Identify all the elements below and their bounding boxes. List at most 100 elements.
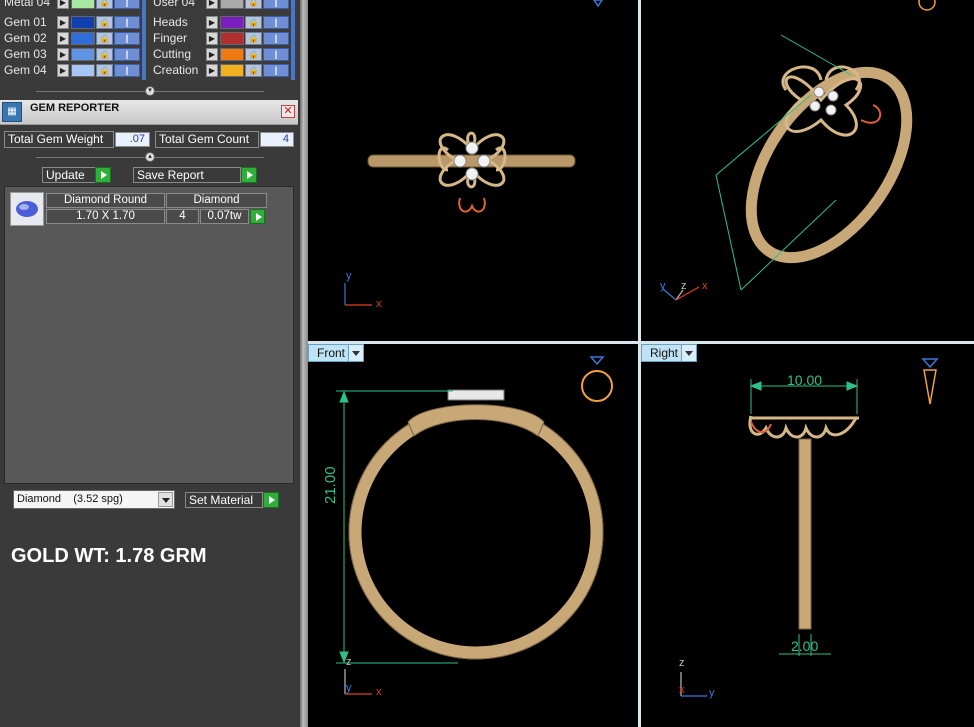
visibility-toggle[interactable]: | xyxy=(114,0,140,9)
save-report-go-button[interactable] xyxy=(241,167,257,183)
viewport-right[interactable]: Right 10.00 2.00 z x y xyxy=(641,344,974,727)
lock-icon[interactable]: 🔒 xyxy=(96,64,113,77)
lock-icon[interactable]: 🔒 xyxy=(96,16,113,29)
chevron-down-icon[interactable] xyxy=(681,345,696,361)
layer-row[interactable]: Gem 04 ▶ 🔒 | xyxy=(4,63,144,78)
layer-row[interactable]: Gem 01 ▶ 🔒 | xyxy=(4,15,144,30)
axis-label-z: z xyxy=(346,656,352,668)
visibility-toggle[interactable]: | xyxy=(263,32,289,45)
layer-color-swatch[interactable] xyxy=(71,48,95,61)
diamond-icon xyxy=(16,201,38,217)
layer-name: Heads xyxy=(153,15,188,29)
layer-color-swatch[interactable] xyxy=(71,32,95,45)
layer-row[interactable]: User 04 ▶ 🔒 | xyxy=(153,0,293,10)
viewport-top[interactable]: y x xyxy=(308,0,638,341)
visibility-toggle[interactable]: | xyxy=(114,64,140,77)
layer-color-swatch[interactable] xyxy=(220,32,244,45)
close-icon[interactable]: ✕ xyxy=(281,105,295,118)
gem-reporter-header: ▦ GEM REPORTER ✕ xyxy=(0,100,298,125)
gem-size-cell: 1.70 X 1.70 xyxy=(46,209,165,224)
layer-row[interactable]: Gem 03 ▶ 🔒 | xyxy=(4,47,144,62)
collapse-knob[interactable]: ▾ xyxy=(145,86,155,96)
update-go-button[interactable] xyxy=(95,167,111,183)
gem-name-cell: Diamond Round xyxy=(46,193,165,208)
ring-top-render xyxy=(344,0,603,306)
viewport-label-right[interactable]: Right xyxy=(641,344,697,362)
viewport-front[interactable]: Front 21.00 z y x xyxy=(308,344,638,727)
visibility-toggle[interactable]: | xyxy=(114,32,140,45)
layer-row[interactable]: Finger ▶ 🔒 | xyxy=(153,31,293,46)
panel-splitter[interactable] xyxy=(300,0,308,727)
update-button[interactable]: Update xyxy=(42,167,96,183)
layer-row[interactable]: Gem 02 ▶ 🔒 | xyxy=(4,31,144,46)
layer-expand-button[interactable]: ▶ xyxy=(57,16,69,29)
visibility-toggle[interactable]: | xyxy=(263,48,289,61)
visibility-toggle[interactable]: | xyxy=(114,48,140,61)
layer-expand-button[interactable]: ▶ xyxy=(57,64,69,77)
layer-expand-button[interactable]: ▶ xyxy=(57,32,69,45)
visibility-toggle[interactable]: | xyxy=(263,16,289,29)
lock-icon[interactable]: 🔒 xyxy=(96,0,113,9)
layer-color-swatch[interactable] xyxy=(220,0,244,9)
dimension-width: 10.00 xyxy=(787,372,823,388)
visibility-toggle[interactable]: | xyxy=(114,16,140,29)
viewport-name: Front xyxy=(317,346,346,360)
layer-name: Gem 03 xyxy=(4,47,47,61)
axis-label-x: x xyxy=(679,684,685,696)
ring-icon xyxy=(581,356,613,402)
ring-front-render xyxy=(336,356,613,695)
lock-icon[interactable]: 🔒 xyxy=(96,48,113,61)
layer-name: Creation xyxy=(153,63,199,77)
layer-row[interactable]: Creation ▶ 🔒 | xyxy=(153,63,293,78)
total-gem-count-label: Total Gem Count xyxy=(155,131,259,148)
chevron-down-icon[interactable] xyxy=(158,492,173,507)
layer-expand-button[interactable]: ▶ xyxy=(206,0,218,9)
lock-icon[interactable]: 🔒 xyxy=(245,48,262,61)
axis-label-x: x xyxy=(702,280,708,292)
dimension-height: 21.00 xyxy=(322,466,339,504)
gem-reporter-title: GEM REPORTER xyxy=(30,102,120,114)
gem-reporter-icon: ▦ xyxy=(2,102,22,122)
visibility-toggle[interactable]: | xyxy=(263,64,289,77)
layer-color-swatch[interactable] xyxy=(71,16,95,29)
layer-name: User 04 xyxy=(153,0,196,9)
viewport-label-front[interactable]: Front xyxy=(308,344,364,362)
material-select[interactable]: Diamond (3.52 spg) xyxy=(13,490,175,509)
gem-row-go-button[interactable] xyxy=(250,209,265,224)
ring-perspective-render xyxy=(662,0,936,301)
layer-row[interactable]: Heads ▶ 🔒 | xyxy=(153,15,293,30)
layer-color-swatch[interactable] xyxy=(220,48,244,61)
layer-color-swatch[interactable] xyxy=(220,16,244,29)
layer-expand-button[interactable]: ▶ xyxy=(57,0,69,9)
lock-icon[interactable]: 🔒 xyxy=(96,32,113,45)
gem-list xyxy=(4,186,294,484)
gem-thumbnail[interactable] xyxy=(10,192,44,226)
layer-expand-button[interactable]: ▶ xyxy=(57,48,69,61)
layer-color-swatch[interactable] xyxy=(220,64,244,77)
layer-expand-button[interactable]: ▶ xyxy=(206,48,218,61)
gem-weight-cell: 0.07tw xyxy=(200,209,249,224)
layer-row[interactable]: Metal 04 ▶ 🔒 | xyxy=(4,0,144,10)
layer-expand-button[interactable]: ▶ xyxy=(206,16,218,29)
gem-count-cell: 4 xyxy=(166,209,199,224)
layer-row[interactable]: Cutting ▶ 🔒 | xyxy=(153,47,293,62)
layer-expand-button[interactable]: ▶ xyxy=(206,64,218,77)
lock-icon[interactable]: 🔒 xyxy=(245,16,262,29)
lock-icon[interactable]: 🔒 xyxy=(245,32,262,45)
total-gem-weight-label: Total Gem Weight xyxy=(4,131,114,148)
set-material-go-button[interactable] xyxy=(263,492,279,508)
layer-color-swatch[interactable] xyxy=(71,64,95,77)
layer-expand-button[interactable]: ▶ xyxy=(206,32,218,45)
layer-column-divider xyxy=(142,0,146,80)
save-report-button[interactable]: Save Report xyxy=(133,167,241,183)
chevron-down-icon[interactable] xyxy=(348,345,363,361)
visibility-toggle[interactable]: | xyxy=(263,0,289,9)
lock-icon[interactable]: 🔒 xyxy=(245,64,262,77)
dimension-shank: 2.00 xyxy=(791,638,819,654)
set-material-button[interactable]: Set Material xyxy=(185,492,263,508)
lock-icon[interactable]: 🔒 xyxy=(245,0,262,9)
layer-color-swatch[interactable] xyxy=(71,0,95,9)
collapse-knob[interactable]: ▴ xyxy=(145,152,155,162)
axis-label-z: z xyxy=(681,280,687,292)
viewport-perspective[interactable]: y z x xyxy=(641,0,974,341)
